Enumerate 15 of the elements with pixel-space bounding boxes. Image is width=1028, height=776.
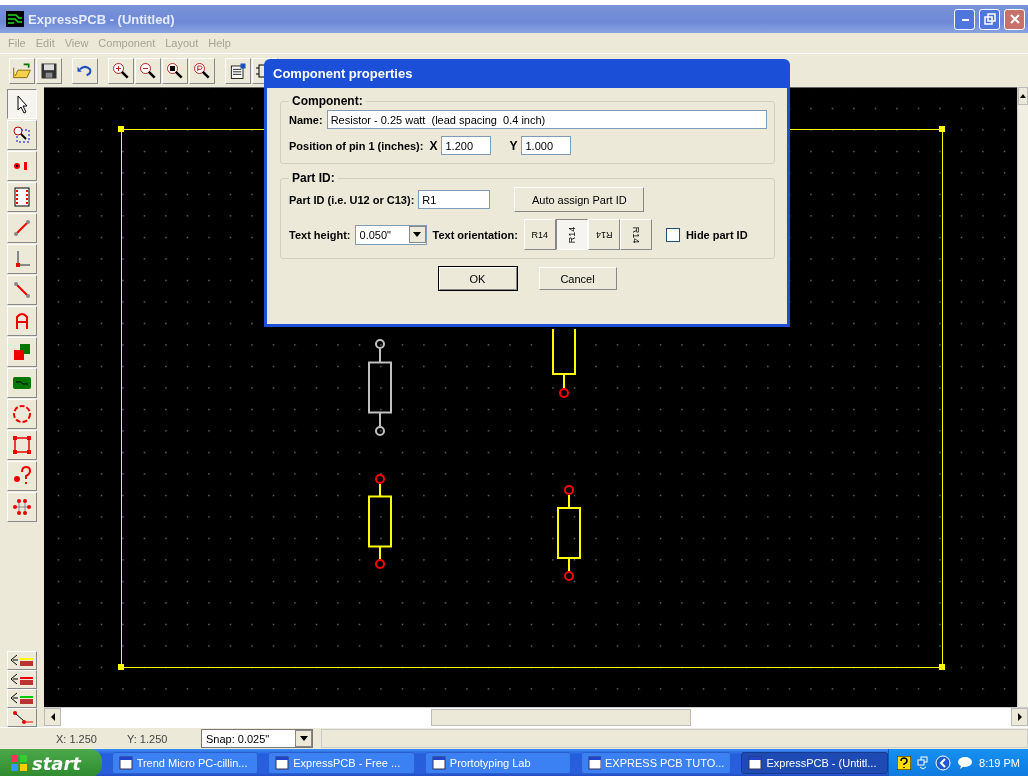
field-label: Part ID (i.e. U12 or C13): <box>289 193 415 206</box>
window-title: ExpressPCB - (Untitled) <box>28 11 176 27</box>
x-coordinate: X: 1.250 <box>56 732 98 745</box>
group-label: Part ID: <box>291 171 336 185</box>
clock: 8:19 PM <box>979 757 1020 769</box>
field-label: Y <box>509 138 518 153</box>
y-coordinate: Y: 1.250 <box>127 732 169 745</box>
checkbox-label: Hide part ID <box>685 228 748 241</box>
field-label: Position of pin 1 (inches): <box>289 139 424 152</box>
dialog-title: Component properties <box>273 66 413 81</box>
field-label: Text orientation: <box>432 228 518 241</box>
field-label: Text height: <box>289 228 351 241</box>
field-label: Name: <box>289 113 323 126</box>
group-label: Component: <box>291 94 364 108</box>
field-label: X <box>429 138 438 153</box>
